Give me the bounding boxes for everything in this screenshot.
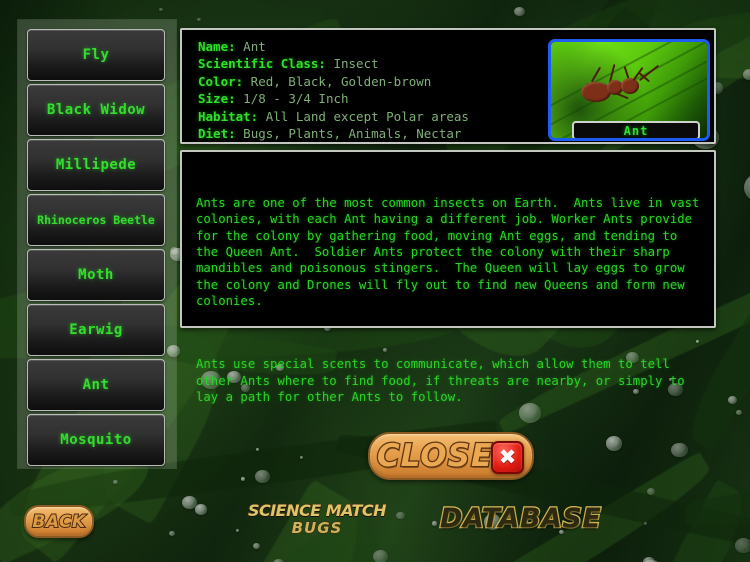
info-row-label: Habitat: (198, 108, 259, 124)
creature-thumbnail-frame: Ant (548, 39, 710, 141)
sidebar-item-rhinoceros-beetle[interactable]: Rhinoceros Beetle (27, 194, 165, 246)
sidebar-item-label: Rhinoceros Beetle (37, 213, 155, 227)
game-logo-subtitle: BUGS (291, 519, 343, 537)
game-logo-title: SCIENCE MATCH (247, 501, 387, 520)
info-row-label: Size: (198, 91, 236, 107)
sidebar-item-ant[interactable]: Ant (27, 359, 165, 411)
sidebar-item-earwig[interactable]: Earwig (27, 304, 165, 356)
info-row-value: Bugs, Plants, Animals, Nectar (235, 126, 462, 142)
creature-thumbnail-panel: Ant (539, 31, 713, 141)
sidebar-item-label: Ant (82, 377, 110, 393)
sidebar-item-label: Fly (82, 47, 110, 63)
info-row-value: All Land except Polar areas (258, 108, 469, 124)
description-paragraph-2: Ants use special scents to communicate, … (196, 357, 693, 405)
close-button[interactable]: CLOSE ✖ (368, 432, 534, 480)
sidebar-item-label: Mosquito (60, 432, 132, 448)
sidebar-item-label: Earwig (69, 322, 123, 338)
creature-description-text: Ants are one of the most common insects … (182, 152, 714, 453)
creature-thumbnail-caption: Ant (572, 121, 700, 138)
sidebar-item-mosquito[interactable]: Mosquito (27, 414, 165, 466)
sidebar-item-black-widow[interactable]: Black Widow (27, 84, 165, 136)
info-row-label: Color: (198, 73, 244, 89)
info-row-label: Diet: (198, 126, 236, 142)
close-button-label: CLOSE (376, 437, 494, 476)
sidebar-item-moth[interactable]: Moth (27, 249, 165, 301)
info-row-value: Ant (235, 39, 266, 54)
info-row-value: Insect (325, 56, 379, 72)
info-row-value: Red, Black, Golden-brown (243, 73, 432, 89)
close-x-icon: ✖ (491, 441, 524, 474)
game-logo: SCIENCE MATCH BUGS (247, 501, 387, 539)
creature-description-panel: Ants are one of the most common insects … (180, 150, 716, 404)
database-heading: DATABASE (439, 502, 602, 536)
info-row-label: Scientific Class: (198, 56, 326, 72)
info-row-value: 1/8 - 3/4 Inch (235, 91, 349, 107)
info-row-label: Name: (198, 39, 236, 54)
app-root: Fly Black Widow Millipede Rhinoceros Beetle… (0, 0, 750, 562)
back-button-label: BACK (31, 511, 86, 533)
sidebar-item-label: Black Widow (46, 102, 146, 118)
sidebar-item-label: Millipede (55, 157, 137, 173)
sidebar-item-label: Moth (78, 267, 114, 283)
back-button[interactable]: BACK (24, 505, 94, 538)
description-paragraph-1: Ants are one of the most common insects … (196, 195, 707, 309)
sidebar-item-fly[interactable]: Fly (27, 29, 165, 81)
sidebar-item-millipede[interactable]: Millipede (27, 139, 165, 191)
